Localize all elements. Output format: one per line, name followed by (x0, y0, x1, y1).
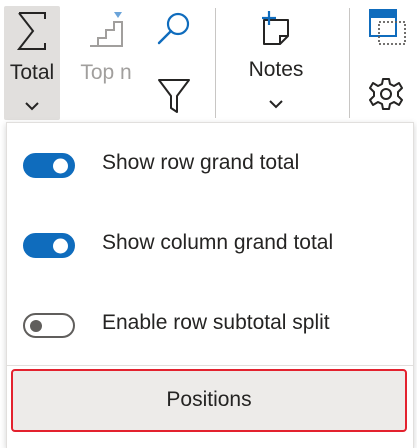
toolbar: Total Top n Notes (0, 0, 417, 122)
toolbar-edge-mark (0, 128, 4, 138)
search-icon (157, 12, 190, 45)
positions-button-label: Positions (166, 388, 252, 411)
toolbar-separator (215, 8, 216, 118)
show-row-grand-total-label: Show row grand total (102, 151, 300, 174)
enable-row-subtotal-split-label: Enable row subtotal split (102, 311, 330, 334)
notes-button-label: Notes (248, 58, 304, 81)
show-row-grand-total-option[interactable]: Show row grand total (7, 137, 413, 197)
chevron-down-icon (269, 100, 283, 109)
enable-row-subtotal-split-toggle[interactable] (23, 313, 75, 338)
show-row-grand-total-toggle[interactable] (23, 153, 75, 178)
filter-button[interactable] (152, 74, 196, 118)
top-n-button[interactable]: Top n (74, 6, 138, 88)
toggle-knob (53, 238, 68, 253)
show-column-grand-total-label: Show column grand total (102, 231, 334, 254)
show-column-grand-total-toggle[interactable] (23, 233, 75, 258)
toolbar-separator (349, 8, 350, 118)
total-dropdown-menu: Show row grand total Show column grand t… (6, 122, 414, 448)
chevron-down-icon (25, 102, 39, 111)
filter-icon (158, 79, 190, 113)
gear-icon (369, 78, 403, 110)
total-button-label: Total (9, 61, 55, 84)
show-column-grand-total-option[interactable]: Show column grand total (7, 217, 413, 277)
format-icon (369, 9, 406, 45)
notes-icon (262, 11, 289, 45)
format-button[interactable] (364, 6, 410, 50)
top-n-button-label: Top n (80, 61, 132, 84)
top-n-icon (90, 12, 123, 47)
positions-button[interactable]: Positions (11, 369, 407, 432)
notes-button[interactable]: Notes (236, 6, 316, 120)
enable-row-subtotal-split-option[interactable]: Enable row subtotal split (7, 297, 413, 357)
total-button[interactable]: Total (4, 6, 60, 120)
settings-button[interactable] (366, 74, 406, 114)
menu-divider (7, 365, 413, 366)
toggle-knob (30, 319, 42, 332)
sigma-icon (16, 12, 46, 50)
search-button[interactable] (152, 8, 196, 52)
toggle-knob (53, 158, 68, 173)
